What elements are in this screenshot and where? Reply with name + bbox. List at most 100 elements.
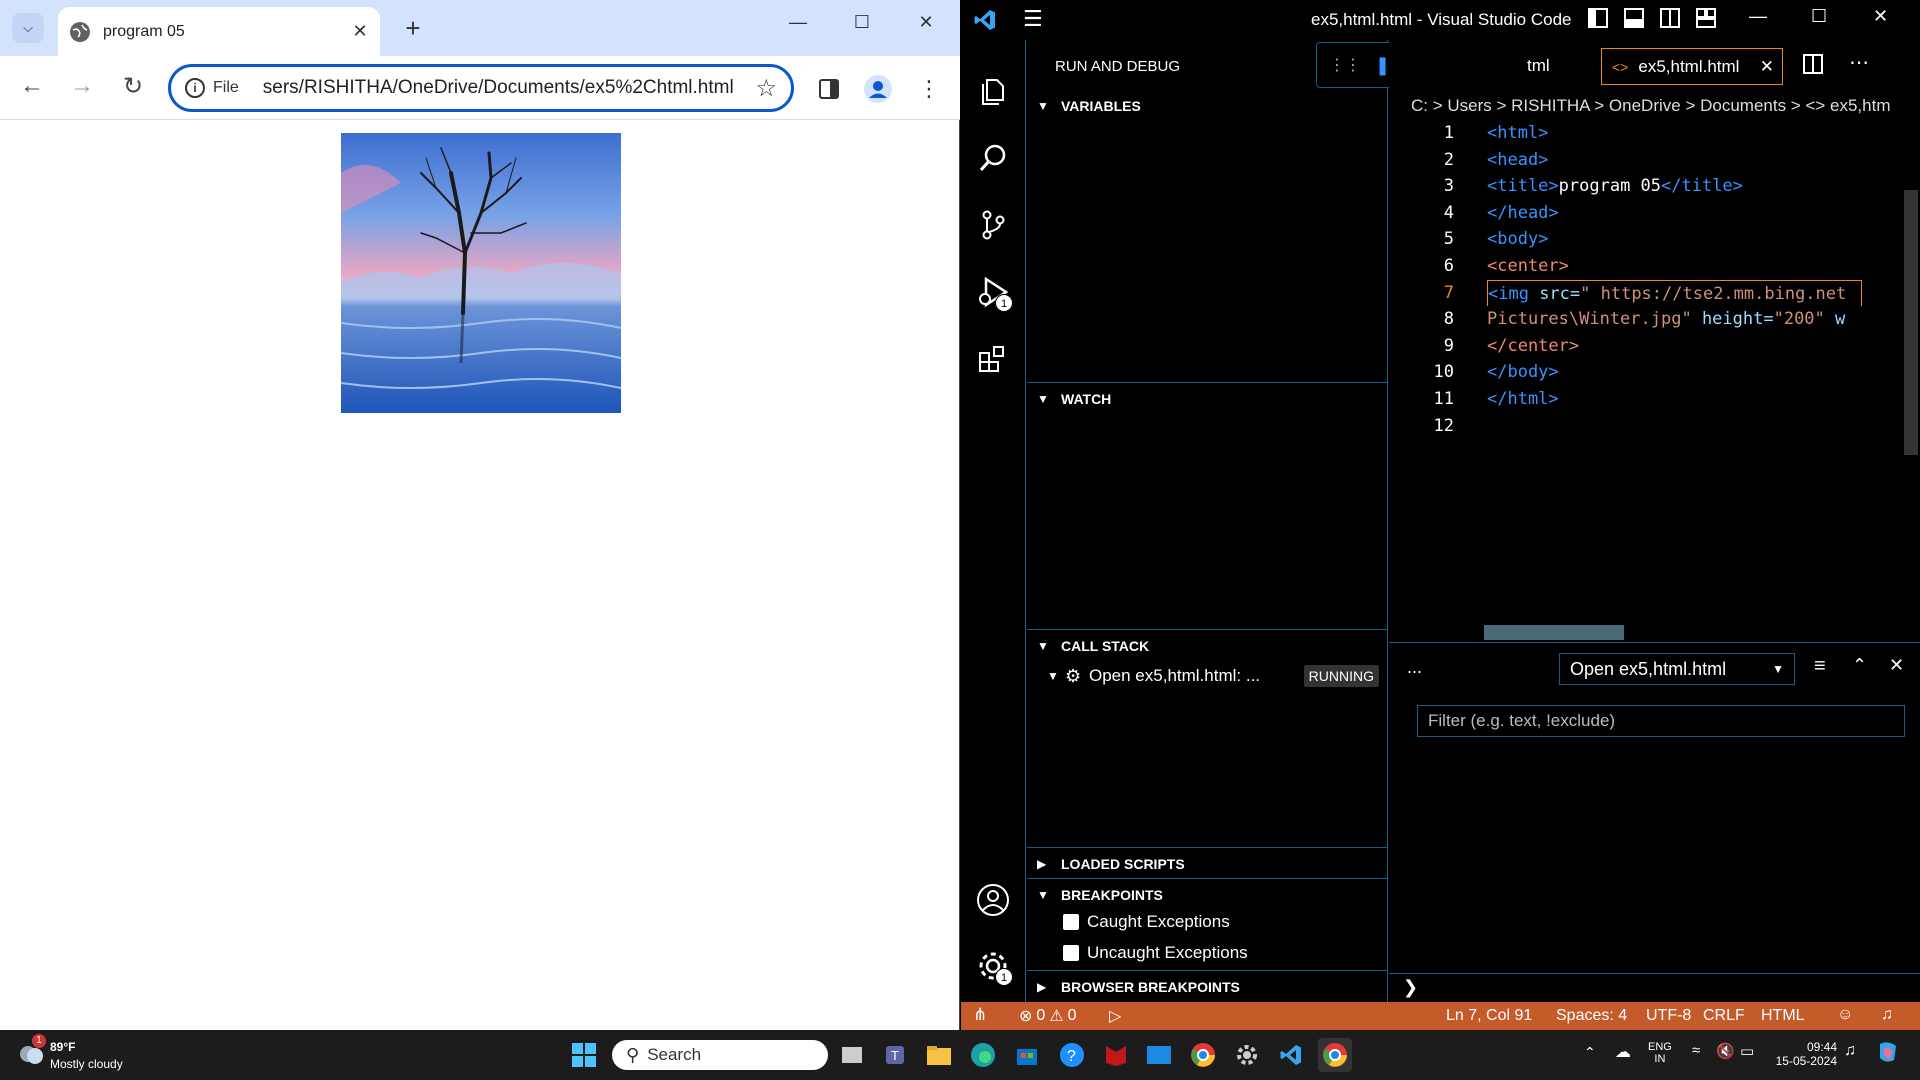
vscode-close-button[interactable]: ✕ [1873, 6, 1888, 27]
drag-handle-icon[interactable]: ⋮⋮ [1329, 55, 1361, 75]
code-editor[interactable]: 1 <html> 2 <head> 3 <title>program 05</titl… [1389, 120, 1909, 439]
caught-exceptions-checkbox[interactable] [1063, 914, 1079, 930]
close-tab-icon[interactable]: ✕ [348, 21, 372, 42]
toggle-secondary-sidebar-icon[interactable] [1660, 8, 1680, 33]
address-bar[interactable]: i File sers/RISHITHA/OneDrive/Documents/… [168, 64, 794, 112]
info-icon[interactable]: i [185, 78, 205, 98]
clear-console-icon[interactable]: ≡ [1814, 655, 1826, 678]
code-line: 2 <head> [1389, 147, 1909, 174]
mcafee-icon[interactable] [1099, 1038, 1133, 1072]
section-breakpoints[interactable]: ▼ BREAKPOINTS [1027, 881, 1387, 909]
warning-count: 0 [1067, 1007, 1077, 1024]
wifi-icon[interactable]: ≈ [1692, 1042, 1700, 1059]
filter-input[interactable]: Filter (e.g. text, !exclude) [1417, 705, 1905, 737]
vscode-minimize-button[interactable]: — [1749, 6, 1767, 27]
start-button[interactable] [567, 1038, 601, 1072]
taskbar-search[interactable]: ⚲ Search [612, 1040, 828, 1070]
notification-bell-icon[interactable]: ♫ [1844, 1042, 1856, 1060]
bookmark-star-icon[interactable]: ☆ [755, 74, 777, 103]
clock[interactable]: 09:44 15-05-2024 [1765, 1040, 1837, 1068]
section-variables[interactable]: ▼ VARIABLES [1027, 92, 1387, 120]
caught-exceptions-row[interactable]: Caught Exceptions [1063, 912, 1230, 932]
encoding[interactable]: UTF-8 [1646, 1007, 1691, 1025]
close-panel-icon[interactable]: ✕ [1889, 655, 1904, 676]
section-browser-breakpoints[interactable]: ▶ BROWSER BREAKPOINTS [1027, 973, 1387, 1001]
settings-gear-icon[interactable] [1230, 1038, 1264, 1072]
run-debug-icon[interactable]: 1 [971, 270, 1015, 314]
section-watch[interactable]: ▼ WATCH [1027, 385, 1387, 413]
explorer-icon[interactable] [971, 70, 1015, 114]
split-editor-icon[interactable] [1803, 54, 1823, 79]
uncaught-exceptions-checkbox[interactable] [1063, 945, 1079, 961]
new-tab-button[interactable]: + [398, 13, 428, 44]
uncaught-exceptions-row[interactable]: Uncaught Exceptions [1063, 943, 1248, 963]
indentation[interactable]: Spaces: 4 [1556, 1007, 1627, 1025]
remote-icon[interactable]: ⋔ [973, 1005, 987, 1025]
panel-more-icon[interactable]: ... [1407, 657, 1422, 678]
accounts-icon[interactable] [971, 878, 1015, 922]
chrome-active-icon[interactable] [1318, 1038, 1352, 1072]
teams-icon[interactable]: T [880, 1038, 914, 1072]
problems-indicator[interactable]: ⊗ 0 ⚠ 0 [1019, 1006, 1077, 1026]
customize-layout-icon[interactable] [1696, 8, 1716, 33]
forward-button[interactable]: → [65, 72, 99, 100]
edge-icon[interactable] [966, 1038, 1000, 1072]
cursor-position[interactable]: Ln 7, Col 91 [1446, 1007, 1532, 1025]
section-loaded-scripts[interactable]: ▶ LOADED SCRIPTS [1027, 850, 1387, 878]
toggle-primary-sidebar-icon[interactable] [1588, 8, 1608, 33]
language-mode[interactable]: HTML [1761, 1007, 1805, 1025]
debug-status-icon[interactable]: ▷ [1109, 1006, 1121, 1026]
browser-tab[interactable]: program 05 ✕ [58, 7, 380, 56]
file-explorer-icon[interactable] [922, 1038, 956, 1072]
tray-app-icon[interactable]: ☁ [1615, 1042, 1631, 1062]
close-editor-icon[interactable]: ✕ [1760, 57, 1774, 77]
profile-avatar-icon[interactable] [863, 74, 893, 104]
maximize-button[interactable]: ☐ [842, 12, 882, 33]
console-prompt-icon[interactable]: ❯ [1403, 977, 1418, 998]
language-indicator[interactable]: ENG IN [1648, 1041, 1672, 1065]
feedback-icon[interactable]: ☺ [1837, 1006, 1853, 1024]
volume-muted-icon[interactable]: 🔇 [1716, 1042, 1735, 1060]
line-number: 4 [1443, 202, 1454, 223]
code-line: 11 </html> [1389, 386, 1909, 413]
back-button[interactable]: ← [15, 72, 49, 100]
copilot-icon[interactable] [1876, 1040, 1900, 1069]
maximize-panel-icon[interactable]: ⌃ [1852, 655, 1867, 676]
horizontal-scrollbar[interactable] [1484, 625, 1624, 640]
editor-tab-partial[interactable]: tml [1527, 56, 1550, 76]
url-text[interactable]: sers/RISHITHA/OneDrive/Documents/ex5%2Ch… [263, 77, 756, 99]
dropdown-value: Open ex5,html.html [1570, 658, 1727, 679]
breadcrumb[interactable]: C: > Users > RISHITHA > OneDrive > Docum… [1389, 96, 1920, 118]
section-call-stack[interactable]: ▼ CALL STACK [1027, 632, 1387, 660]
extensions-icon[interactable] [971, 337, 1015, 381]
toggle-panel-icon[interactable] [1624, 8, 1644, 33]
vertical-scrollbar[interactable] [1904, 190, 1918, 455]
minimize-button[interactable]: — [778, 12, 818, 33]
vscode-maximize-button[interactable]: ☐ [1811, 6, 1827, 27]
help-icon[interactable]: ? [1055, 1038, 1089, 1072]
show-hidden-icons-chevron-icon[interactable]: ⌃ [1584, 1044, 1596, 1061]
chrome-icon[interactable] [1186, 1038, 1220, 1072]
more-actions-icon[interactable]: ⋯ [1849, 50, 1869, 75]
task-view-icon[interactable] [835, 1038, 869, 1072]
close-window-button[interactable]: ✕ [906, 12, 946, 33]
call-stack-item[interactable]: ▼ ⚙ Open ex5,html.html: ... RUNNING [1047, 662, 1387, 690]
weather-icon[interactable]: 1 [16, 1034, 46, 1068]
tab-search-button[interactable]: ⌵ [12, 13, 44, 43]
battery-icon[interactable]: ▭ [1740, 1042, 1754, 1060]
search-icon[interactable] [971, 136, 1015, 180]
menu-kebab-icon[interactable]: ⋮ [914, 74, 944, 104]
vscode-taskbar-icon[interactable] [1274, 1038, 1308, 1072]
line-ending[interactable]: CRLF [1703, 1007, 1745, 1025]
side-panel-icon[interactable] [814, 74, 844, 104]
notifications-bell-icon[interactable]: ♫ [1881, 1006, 1893, 1024]
source-control-icon[interactable] [971, 203, 1015, 247]
chevron-down-icon: ▼ [1037, 888, 1049, 902]
reload-button[interactable]: ↻ [116, 72, 150, 101]
hamburger-menu-icon[interactable]: ☰ [1023, 6, 1043, 32]
app-icon[interactable] [1142, 1038, 1176, 1072]
manage-gear-icon[interactable]: 1 [971, 944, 1015, 988]
debug-session-dropdown[interactable]: Open ex5,html.html ▼ [1559, 653, 1795, 685]
editor-tab-active[interactable]: <> ex5,html.html ✕ [1601, 48, 1783, 85]
store-icon[interactable] [1010, 1038, 1044, 1072]
